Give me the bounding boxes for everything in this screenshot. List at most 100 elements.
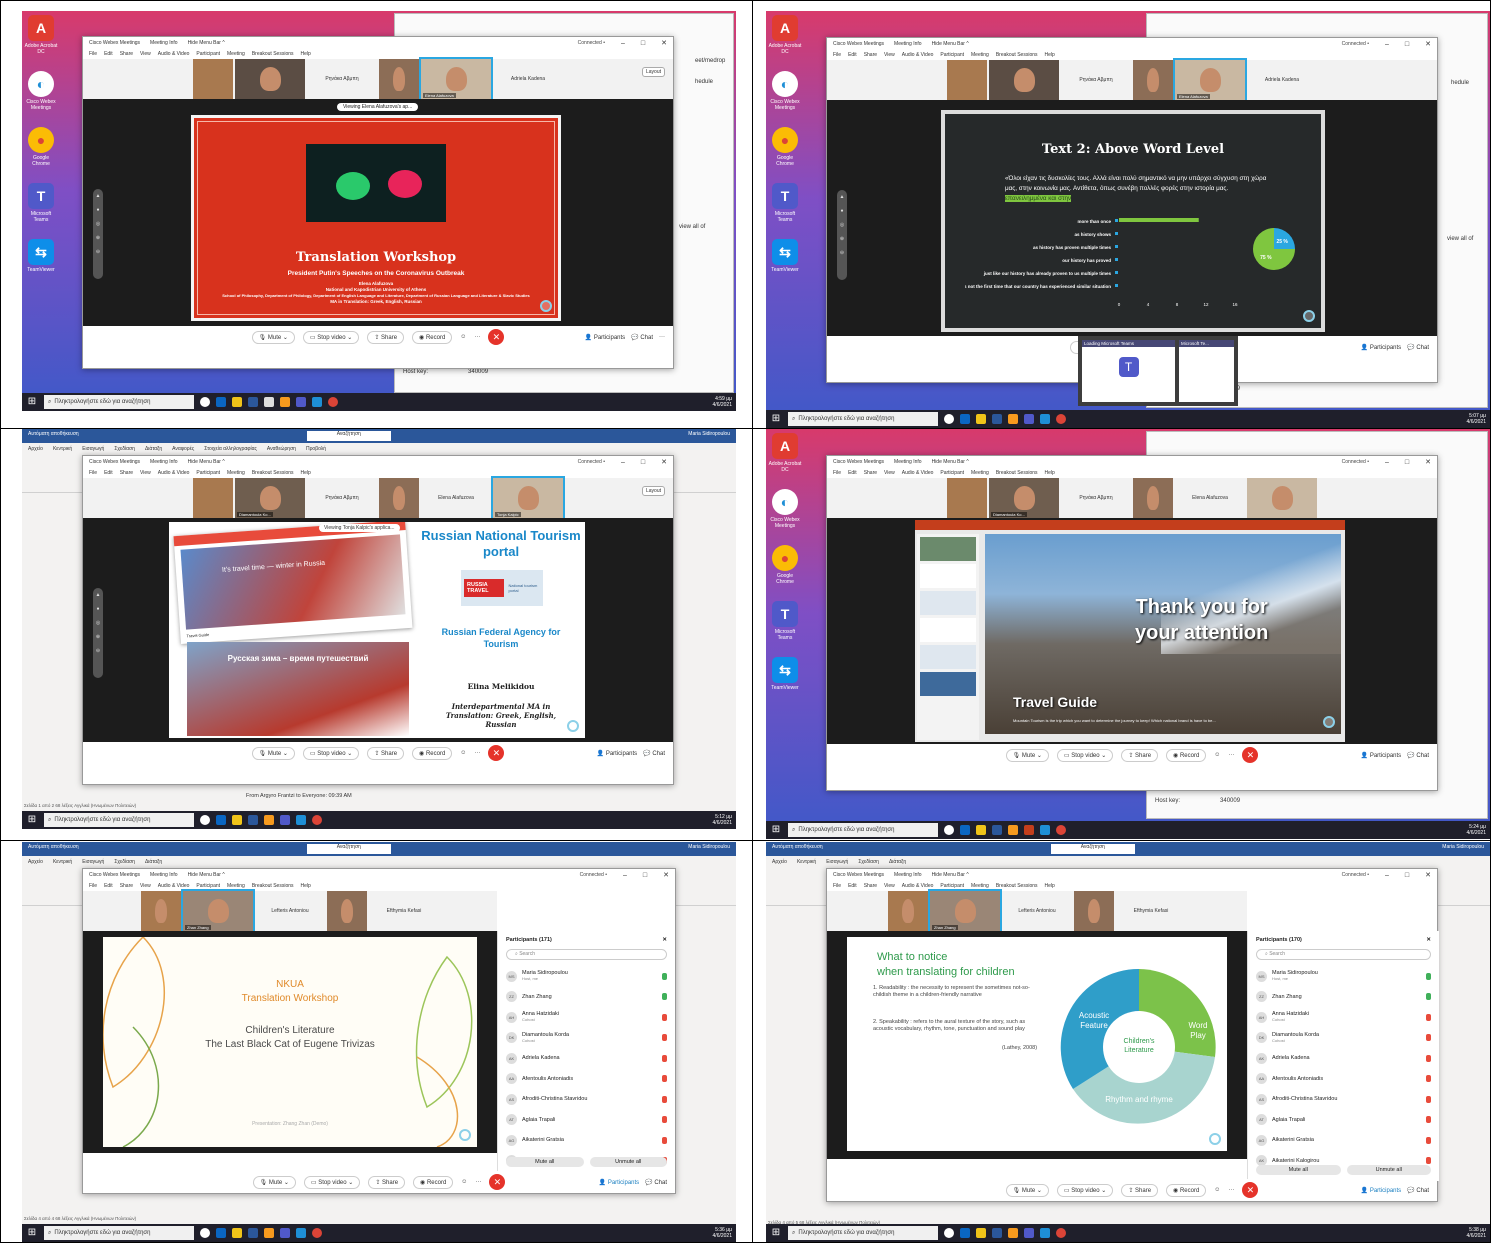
annotation-toolbar[interactable]: ▲ ● ◎ ⊕ ⊖	[93, 189, 103, 279]
participant-row[interactable]: AA Afentoulis Antoniadis	[498, 1069, 675, 1090]
video-tile-name[interactable]: Adriela Kadena	[1247, 60, 1317, 100]
unmute-all-button[interactable]: Unmute all	[1346, 1165, 1431, 1175]
app-icon[interactable]	[1008, 414, 1018, 424]
microphone-icon[interactable]	[662, 1054, 667, 1062]
word-icon[interactable]	[248, 397, 258, 407]
app-icon[interactable]	[264, 1228, 274, 1238]
participants-button[interactable]: 👤 Participants	[1361, 344, 1402, 351]
participant-row[interactable]: AA Afentoulis Antoniadis	[1248, 1069, 1439, 1090]
menu-audio-video[interactable]: Audio & Video	[902, 883, 934, 889]
word-tab[interactable]: Σχεδίαση	[114, 446, 135, 452]
word-icon[interactable]	[992, 1228, 1002, 1238]
menu-view[interactable]: View	[884, 883, 895, 889]
microphone-icon[interactable]	[662, 1075, 667, 1083]
video-tile[interactable]	[235, 59, 305, 99]
thumbnail[interactable]	[920, 645, 976, 669]
minimize-icon[interactable]: –	[1385, 872, 1389, 879]
word-search[interactable]: Αναζήτηση	[1050, 844, 1135, 854]
windows-start-icon[interactable]: ⊞	[770, 1227, 782, 1239]
word-tab[interactable]: Διάταξη	[145, 446, 162, 452]
microphone-icon[interactable]	[662, 1034, 667, 1042]
desktop-icon-teams[interactable]: T Microsoft Teams	[24, 183, 58, 231]
close-icon[interactable]: ✕	[661, 458, 667, 466]
mute-button[interactable]: 🎙 Mute ⌄	[1005, 748, 1049, 762]
teams-loading-thumb[interactable]: Loading Microsoft Teams T	[1082, 340, 1175, 402]
record-button[interactable]: ◉ Record	[412, 746, 453, 760]
video-tile[interactable]	[193, 478, 233, 518]
reactions-icon[interactable]: ☺	[460, 750, 466, 756]
video-tile[interactable]	[327, 891, 367, 931]
menu-share[interactable]: Share	[864, 883, 877, 889]
participant-row[interactable]: ZZ Zhan Zhang	[498, 987, 675, 1008]
microphone-icon[interactable]	[1426, 1136, 1431, 1144]
chat-button[interactable]: 💬 Chat	[643, 750, 665, 757]
taskbar-search[interactable]: ⌕ Πληκτρολογήστε εδώ για αναζήτηση	[788, 823, 938, 837]
share-button[interactable]: ⇪ Share	[368, 1175, 406, 1189]
end-call-button[interactable]: ✕	[1242, 747, 1259, 763]
microphone-icon[interactable]	[1426, 1013, 1431, 1021]
share-button[interactable]: ⇪ Share	[367, 746, 405, 760]
video-tile[interactable]: Diamantoula Ko...	[235, 478, 305, 518]
word-tab[interactable]: Κεντρική	[797, 859, 816, 865]
participant-row[interactable]: MS Maria Sidiropoulou Host, me	[1248, 966, 1439, 987]
taskbar-search[interactable]: ⌕ Πληκτρολογήστε εδώ για αναζήτηση	[44, 395, 194, 409]
close-icon[interactable]: ✕	[1426, 937, 1431, 943]
video-tile-name[interactable]: Ρηνάκα Αβμπη	[307, 59, 377, 99]
more-icon[interactable]: ···	[1228, 1187, 1234, 1193]
explorer-icon[interactable]	[232, 815, 242, 825]
taskbar-search[interactable]: ⌕ Πληκτρολογήστε εδώ για αναζήτηση	[44, 1226, 194, 1240]
menu-help[interactable]: Help	[1045, 883, 1055, 889]
video-tile[interactable]	[888, 891, 928, 931]
word-tab[interactable]: Αναφορές	[172, 446, 194, 452]
video-tile-name[interactable]: Efthymia Kefasi	[369, 891, 439, 931]
video-tile-name[interactable]: Lefteris Antoniou	[1002, 891, 1072, 931]
store-icon[interactable]	[264, 397, 274, 407]
desktop-icon-teams[interactable]: T Microsoft Teams	[768, 183, 802, 231]
cortana-icon[interactable]	[200, 397, 210, 407]
word-tab[interactable]: Κεντρική	[53, 859, 72, 865]
hide-menu-button[interactable]: Hide Menu Bar ^	[932, 872, 969, 878]
video-tile-active[interactable]: Tonja Kalpic	[491, 476, 565, 520]
end-call-button[interactable]: ✕	[488, 329, 505, 345]
menu-breakout[interactable]: Breakout Sessions	[252, 883, 294, 889]
video-tile-name[interactable]: Elena Alafuzova	[421, 478, 491, 518]
participant-row[interactable]: AG Aikaterini Gratsia	[1248, 1130, 1439, 1151]
microphone-icon[interactable]	[662, 1013, 667, 1021]
menu-share[interactable]: Share	[864, 52, 877, 58]
unmute-all-button[interactable]: Unmute all	[589, 1157, 667, 1167]
meeting-info-button[interactable]: Meeting Info	[150, 459, 178, 465]
desktop-icon-webex[interactable]: ◐ Cisco Webex Meetings	[768, 71, 802, 119]
edge-icon[interactable]	[960, 414, 970, 424]
participant-row[interactable]: AK Adriela Kadena	[498, 1048, 675, 1069]
word-search[interactable]: Αναζήτηση	[306, 431, 391, 441]
microphone-icon[interactable]	[1426, 1157, 1431, 1165]
chat-notification[interactable]: From Argyro Frantzi to Everyone: 09:39 A…	[246, 793, 352, 799]
chat-button[interactable]: 💬 Chat	[645, 1179, 667, 1186]
word-icon[interactable]	[248, 815, 258, 825]
menu-help[interactable]: Help	[1045, 52, 1055, 58]
participant-row[interactable]: AT Aglaia Trapali	[1248, 1110, 1439, 1131]
menu-view[interactable]: View	[884, 52, 895, 58]
windows-start-icon[interactable]: ⊞	[770, 413, 782, 425]
menu-participant[interactable]: Participant	[196, 470, 220, 476]
explorer-icon[interactable]	[976, 1228, 986, 1238]
video-tile[interactable]: Diamantoula Ko...	[989, 478, 1059, 518]
desktop-icon-chrome[interactable]: ● Google Chrome	[24, 127, 58, 175]
teams-thumb[interactable]: Microsoft Te...	[1179, 340, 1234, 402]
desktop-icon-webex[interactable]: ◐ Cisco Webex Meetings	[24, 71, 58, 119]
menu-audio-video[interactable]: Audio & Video	[902, 470, 934, 476]
record-button[interactable]: ◉ Record	[412, 330, 453, 344]
app-icon[interactable]	[1008, 825, 1018, 835]
word-tab[interactable]: Διάταξη	[145, 859, 162, 865]
menu-breakout[interactable]: Breakout Sessions	[996, 470, 1038, 476]
microphone-icon[interactable]	[662, 972, 667, 980]
menu-meeting[interactable]: Meeting	[971, 883, 989, 889]
menu-file[interactable]: File	[833, 883, 841, 889]
menu-file[interactable]: File	[833, 470, 841, 476]
explorer-icon[interactable]	[976, 825, 986, 835]
end-call-button[interactable]: ✕	[1242, 1182, 1259, 1198]
menu-breakout[interactable]: Breakout Sessions	[252, 51, 294, 57]
word-tab[interactable]: Αρχείο	[28, 446, 43, 452]
menu-meeting[interactable]: Meeting	[227, 51, 245, 57]
participant-row[interactable]: AS Afroditi-Christina Stavridou	[498, 1089, 675, 1110]
